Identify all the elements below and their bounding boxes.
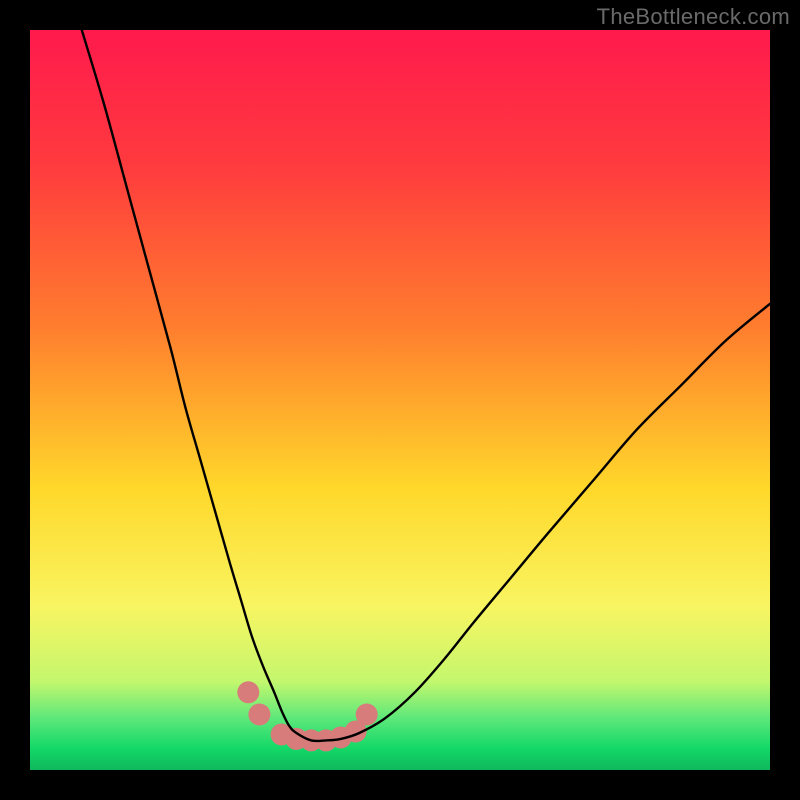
gradient-background xyxy=(30,30,770,770)
marker-point xyxy=(248,704,270,726)
chart-frame: TheBottleneck.com xyxy=(0,0,800,800)
marker-point xyxy=(356,704,378,726)
bottleneck-chart xyxy=(30,30,770,770)
plot-area xyxy=(30,30,770,770)
marker-point xyxy=(237,681,259,703)
watermark-text: TheBottleneck.com xyxy=(597,4,790,30)
